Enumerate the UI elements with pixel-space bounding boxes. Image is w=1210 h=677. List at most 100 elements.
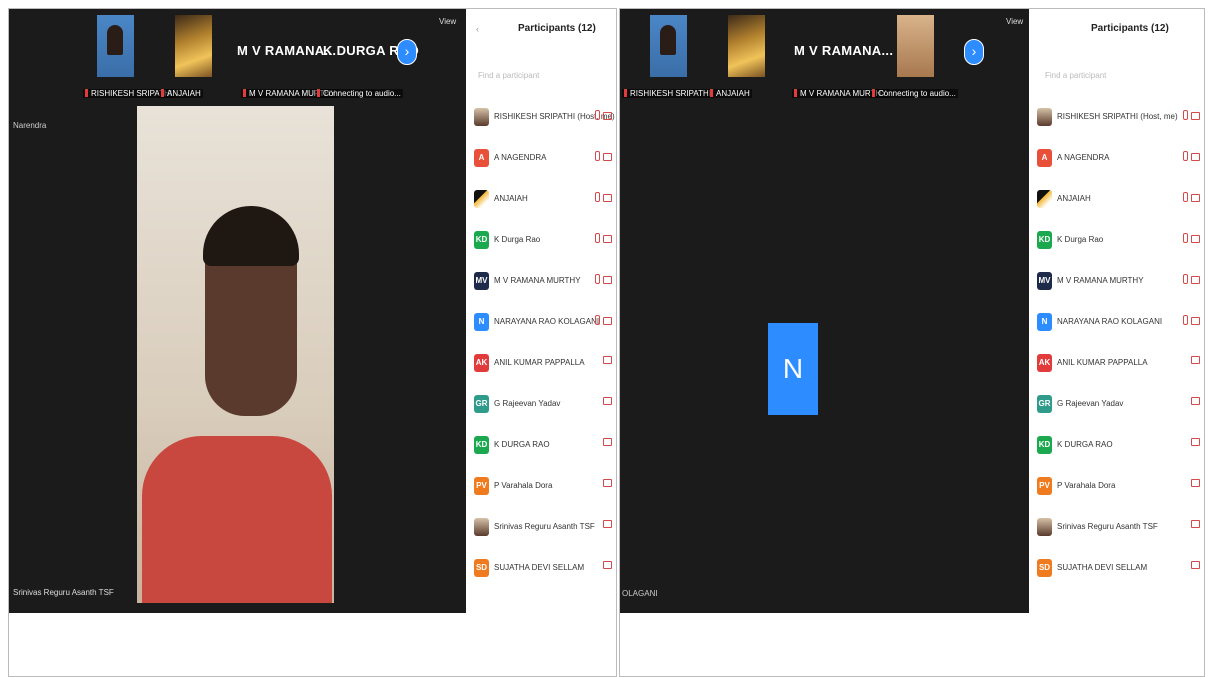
video-off-icon: [1191, 112, 1200, 120]
participant-row[interactable]: GR G Rajeevan Yadav: [1029, 388, 1204, 429]
participant-name: G Rajeevan Yadav: [1057, 399, 1124, 408]
view-button[interactable]: View: [1006, 17, 1023, 26]
video-off-icon: [603, 153, 612, 161]
participant-row[interactable]: N NARAYANA RAO KOLAGANI: [466, 306, 616, 347]
participant-avatar: GR: [474, 395, 489, 413]
participant-avatar: MV: [1037, 272, 1052, 290]
participant-name: M V RAMANA MURTHY: [494, 276, 581, 285]
speaker-label: Narendra: [13, 121, 47, 130]
participant-row[interactable]: Srinivas Reguru Asanth TSF: [466, 511, 616, 552]
participant-thumbnail[interactable]: [728, 15, 765, 77]
participant-row[interactable]: RISHIKESH SRIPATHI (Host, me): [1029, 101, 1204, 142]
video-off-icon: [1191, 153, 1200, 161]
participant-status-icons: [1183, 315, 1200, 327]
participant-row[interactable]: AK ANIL KUMAR PAPPALLA: [466, 347, 616, 388]
participant-thumbnail[interactable]: [650, 15, 687, 77]
video-off-icon: [603, 479, 612, 487]
thumbnail-caption: Connecting to audio...: [870, 89, 958, 98]
participant-avatar: GR: [1037, 395, 1052, 413]
next-page-button[interactable]: ›: [397, 39, 417, 65]
participant-thumbnail[interactable]: [897, 15, 934, 77]
speaker-name-tag: OLAGANI: [622, 589, 658, 598]
participant-name: Srinivas Reguru Asanth TSF: [494, 522, 595, 531]
participant-row[interactable]: AK ANIL KUMAR PAPPALLA: [1029, 347, 1204, 388]
video-off-icon: [1191, 194, 1200, 202]
mic-muted-icon: [1183, 274, 1188, 284]
thumbnail-caption: ANJAIAH: [708, 89, 752, 98]
participant-avatar: MV: [474, 272, 489, 290]
participant-name: K Durga Rao: [494, 235, 541, 244]
participant-row[interactable]: MV M V RAMANA MURTHY: [1029, 265, 1204, 306]
participant-avatar: PV: [474, 477, 489, 495]
participant-row[interactable]: SD SUJATHA DEVI SELLAM: [466, 552, 616, 593]
video-off-icon: [603, 276, 612, 284]
mic-muted-icon: [595, 315, 600, 325]
participant-search[interactable]: Find a participant: [1045, 71, 1106, 80]
participant-status-icons: [1183, 151, 1200, 163]
participant-status-icons: [600, 561, 612, 571]
participant-row[interactable]: KD K DURGA RAO: [1029, 429, 1204, 470]
participant-row[interactable]: KD K Durga Rao: [466, 224, 616, 265]
participant-name: K Durga Rao: [1057, 235, 1104, 244]
participant-name: P Varahala Dora: [1057, 481, 1116, 490]
participant-status-icons: [600, 479, 612, 489]
participant-row[interactable]: MV M V RAMANA MURTHY: [466, 265, 616, 306]
zoom-window-left: M V RAMANA... K DURGA RAO › RISHIKESH SR…: [8, 8, 617, 677]
video-off-icon: [1191, 520, 1200, 528]
participant-avatar: N: [1037, 313, 1052, 331]
thumbnail-name: M V RAMANA...: [237, 43, 337, 58]
video-off-icon: [603, 194, 612, 202]
participant-row[interactable]: RISHIKESH SRIPATHI (Host, me): [466, 101, 616, 142]
participant-thumbnail[interactable]: [97, 15, 134, 77]
participant-status-icons: [600, 520, 612, 530]
participant-row[interactable]: SD SUJATHA DEVI SELLAM: [1029, 552, 1204, 593]
video-off-icon: [603, 112, 612, 120]
participant-status-icons: [1183, 274, 1200, 286]
video-off-icon: [603, 561, 612, 569]
mic-muted-icon: [1183, 315, 1188, 325]
next-page-button[interactable]: ›: [964, 39, 984, 65]
participant-avatar: SD: [1037, 559, 1052, 577]
participant-name: NARAYANA RAO KOLAGANI: [1057, 317, 1163, 326]
participant-search[interactable]: Find a participant: [478, 71, 539, 80]
participants-panel: ‹ Participants (12) Find a participant R…: [466, 9, 616, 613]
participant-row[interactable]: KD K DURGA RAO: [466, 429, 616, 470]
thumbnail-caption: RISHIKESH SRIPATHI: [622, 89, 714, 98]
participant-name: SUJATHA DEVI SELLAM: [494, 563, 585, 572]
participant-row[interactable]: N NARAYANA RAO KOLAGANI: [1029, 306, 1204, 347]
video-off-icon: [1191, 276, 1200, 284]
participant-name: A NAGENDRA: [494, 153, 547, 162]
participant-row[interactable]: PV P Varahala Dora: [466, 470, 616, 511]
collapse-icon[interactable]: ‹: [476, 24, 479, 34]
participant-row[interactable]: ANJAIAH: [1029, 183, 1204, 224]
participant-avatar: AK: [1037, 354, 1052, 372]
participant-avatar: N: [474, 313, 489, 331]
participant-thumbnail[interactable]: [175, 15, 212, 77]
participant-name: K DURGA RAO: [494, 440, 550, 449]
view-button[interactable]: View: [439, 17, 456, 26]
participant-row[interactable]: GR G Rajeevan Yadav: [466, 388, 616, 429]
mic-muted-icon: [595, 192, 600, 202]
participant-avatar: KD: [1037, 436, 1052, 454]
participant-avatar: [474, 108, 489, 126]
video-off-icon: [603, 438, 612, 446]
participant-avatar: AK: [474, 354, 489, 372]
participant-row[interactable]: ANJAIAH: [466, 183, 616, 224]
participant-row[interactable]: A A NAGENDRA: [466, 142, 616, 183]
video-off-icon: [1191, 356, 1200, 364]
mic-muted-icon: [1183, 151, 1188, 161]
participant-status-icons: [1188, 479, 1200, 489]
participant-row[interactable]: PV P Varahala Dora: [1029, 470, 1204, 511]
participant-row[interactable]: KD K Durga Rao: [1029, 224, 1204, 265]
participant-status-icons: [1183, 110, 1200, 122]
thumbnail-caption: Connecting to audio...: [315, 89, 403, 98]
participant-name: ANJAIAH: [1057, 194, 1091, 203]
participant-row[interactable]: A A NAGENDRA: [1029, 142, 1204, 183]
participant-name: RISHIKESH SRIPATHI (Host, me): [1057, 112, 1178, 121]
participant-row[interactable]: Srinivas Reguru Asanth TSF: [1029, 511, 1204, 552]
participant-status-icons: [595, 315, 612, 327]
participant-avatar: PV: [1037, 477, 1052, 495]
participant-name: P Varahala Dora: [494, 481, 553, 490]
participant-avatar: [1037, 108, 1052, 126]
participant-initial-tile: N: [768, 323, 818, 415]
